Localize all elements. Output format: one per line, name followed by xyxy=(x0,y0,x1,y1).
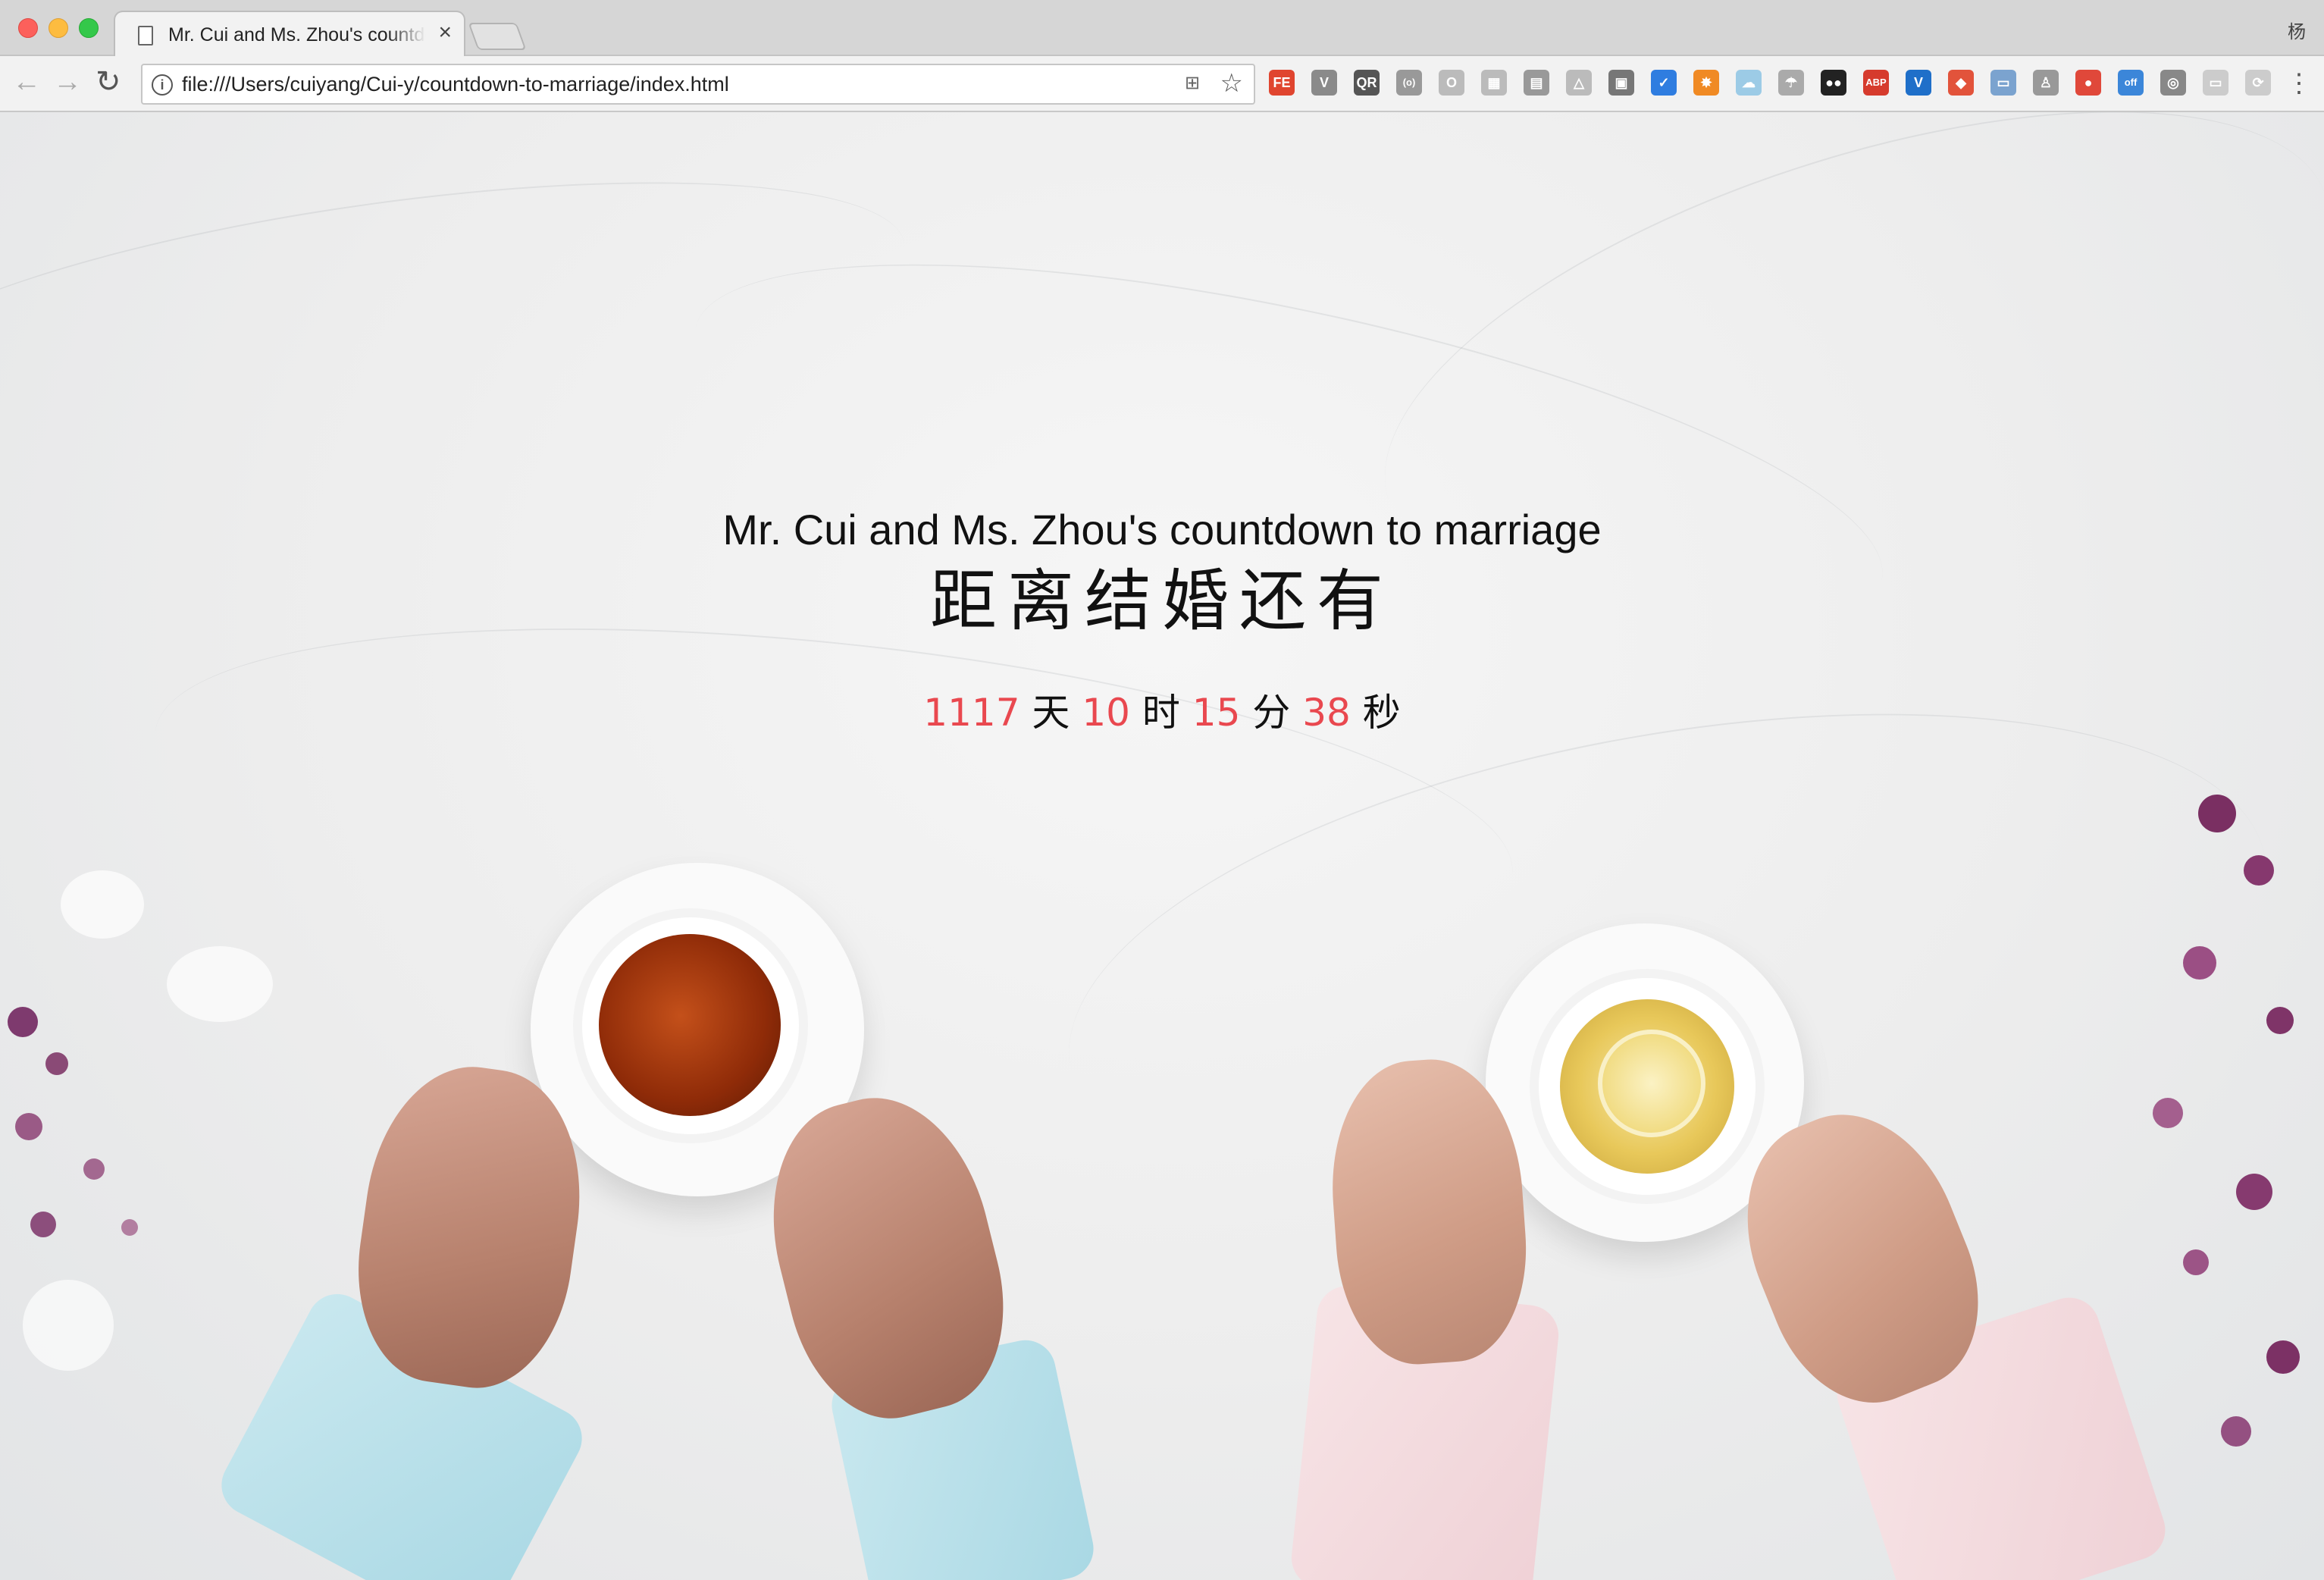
lemon-slice xyxy=(1598,1030,1705,1137)
profile-label[interactable]: 杨 xyxy=(2288,17,2306,43)
extension-icon[interactable]: △ xyxy=(1566,70,1592,96)
extension-icon[interactable]: V xyxy=(1311,70,1337,96)
extension-icon[interactable]: FE xyxy=(1269,70,1295,96)
countdown-timer: 1117 天 10 时 15 分 38 秒 xyxy=(0,688,2324,737)
extension-icon[interactable]: ABP xyxy=(1863,70,1889,96)
days-unit: 天 xyxy=(1032,691,1070,735)
extension-icon[interactable]: ◆ xyxy=(1948,70,1974,96)
extension-icon[interactable]: ●● xyxy=(1821,70,1846,96)
extension-icon[interactable]: ☁ xyxy=(1736,70,1762,96)
seconds-value: 38 xyxy=(1302,691,1351,735)
flower-decoration xyxy=(2198,795,2236,832)
tab-active[interactable]: Mr. Cui and Ms. Zhou's countdown to marr… xyxy=(114,11,465,58)
bookmark-star-icon[interactable]: ☆ xyxy=(1220,68,1243,99)
info-icon[interactable]: i xyxy=(152,74,173,96)
toolbar: ← → ↻ i file:///Users/cuiyang/Cui-y/coun… xyxy=(0,56,2324,112)
days-value: 1117 xyxy=(923,691,1020,735)
page-title-english: Mr. Cui and Ms. Zhou's countdown to marr… xyxy=(722,506,1602,553)
tab-title: Mr. Cui and Ms. Zhou's countdown to marr… xyxy=(168,24,426,45)
extension-icon[interactable]: ✓ xyxy=(1651,70,1677,96)
extension-icon[interactable]: ◎ xyxy=(2160,70,2186,96)
tab-close-icon[interactable]: × xyxy=(438,20,452,45)
seconds-unit: 秒 xyxy=(1362,691,1401,735)
minutes-value: 15 xyxy=(1192,691,1241,735)
minimize-window-button[interactable] xyxy=(49,18,68,38)
hours-value: 10 xyxy=(1082,691,1130,735)
reload-icon[interactable]: ↻ xyxy=(96,67,121,97)
extension-icon[interactable]: O xyxy=(1439,70,1464,96)
url-text[interactable]: file:///Users/cuiyang/Cui-y/countdown-to… xyxy=(182,73,729,96)
extension-icon[interactable]: (o) xyxy=(1396,70,1422,96)
address-bar[interactable]: i file:///Users/cuiyang/Cui-y/countdown-… xyxy=(141,64,1255,105)
extension-icon[interactable]: ♙ xyxy=(2033,70,2059,96)
countdown-content: Mr. Cui and Ms. Zhou's countdown to marr… xyxy=(0,503,2324,737)
extension-icon[interactable]: ▭ xyxy=(2203,70,2228,96)
black-tea xyxy=(599,934,781,1116)
menu-icon[interactable]: ⋮ xyxy=(2286,68,2312,99)
page-icon xyxy=(138,26,153,45)
back-arrow-icon[interactable]: ← xyxy=(12,67,41,97)
extension-icon[interactable]: ⟳ xyxy=(2245,70,2271,96)
extension-icon[interactable]: ▦ xyxy=(1481,70,1507,96)
forward-arrow-icon[interactable]: → xyxy=(53,67,82,97)
page-title-chinese: 距离结婚还有 xyxy=(929,562,1394,640)
zoom-window-button[interactable] xyxy=(79,18,99,38)
extension-icon[interactable]: V xyxy=(1906,70,1931,96)
flower-decoration xyxy=(8,1007,38,1037)
extension-icon[interactable]: ✸ xyxy=(1693,70,1719,96)
minutes-unit: 分 xyxy=(1252,691,1291,735)
page-content: Mr. Cui and Ms. Zhou's countdown to marr… xyxy=(0,112,2324,1580)
close-window-button[interactable] xyxy=(18,18,38,38)
extension-icon[interactable]: ▣ xyxy=(1608,70,1634,96)
extension-icon[interactable]: ● xyxy=(2075,70,2101,96)
browser-chrome: Mr. Cui and Ms. Zhou's countdown to marr… xyxy=(0,0,2324,112)
extension-icon[interactable]: ▤ xyxy=(1524,70,1549,96)
translate-icon[interactable]: ⊞ xyxy=(1181,72,1204,95)
tab-strip: Mr. Cui and Ms. Zhou's countdown to marr… xyxy=(0,0,2324,58)
extension-icon[interactable]: QR xyxy=(1354,70,1380,96)
extension-icon[interactable]: off xyxy=(2118,70,2144,96)
hours-unit: 时 xyxy=(1142,691,1180,735)
extension-icon[interactable]: ▭ xyxy=(1990,70,2016,96)
extension-icon[interactable]: ☂ xyxy=(1778,70,1804,96)
new-tab-button[interactable] xyxy=(468,23,527,50)
